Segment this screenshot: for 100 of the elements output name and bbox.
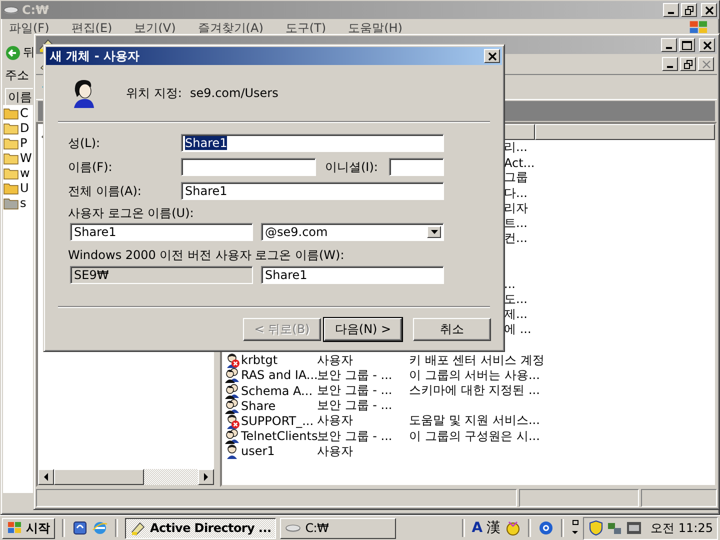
description-cell-text: 스키마에 대한 지정된 ... <box>408 382 540 400</box>
field-label: 이니셜(I): <box>325 158 379 176</box>
shield-icon[interactable] <box>588 520 604 536</box>
maximize-icon <box>682 40 692 50</box>
input-field[interactable] <box>389 158 444 176</box>
description-cell: 리자 <box>504 200 528 217</box>
back-label[interactable]: 뒤 <box>23 44 35 61</box>
field-label: 사용자 로그온 이름(U): <box>68 206 195 220</box>
input-field[interactable]: Share1 <box>181 134 444 152</box>
type-cell-text: 보안 그룹 - ... <box>317 428 394 445</box>
close-icon <box>488 52 496 60</box>
group-icon <box>224 428 240 444</box>
folder-name[interactable]: D <box>20 120 30 134</box>
folder-name[interactable]: U <box>20 180 29 194</box>
network-icon[interactable] <box>606 520 623 536</box>
description-cell: ... <box>504 277 516 292</box>
windows-logo-icon <box>7 521 23 535</box>
dialog-button[interactable]: 취소 <box>413 318 491 341</box>
user-icon <box>224 352 240 368</box>
close-button[interactable] <box>484 49 500 63</box>
type-cell-text: 보안 그룹 - ... <box>316 397 394 414</box>
description-cell: 에 ... <box>504 321 532 338</box>
name-cell[interactable]: user1 <box>241 444 275 458</box>
hanja-indicator[interactable]: 漢 <box>486 519 501 537</box>
name-cell[interactable]: krbtgt <box>241 353 278 368</box>
name-cell[interactable]: TelnetClients <box>241 429 318 444</box>
description-cell: 도... <box>504 290 528 308</box>
description-cell-text: 키 배포 센터 서비스 계정 <box>408 352 544 369</box>
folder-name[interactable]: P <box>20 136 28 150</box>
description-cell: 리... <box>504 139 528 156</box>
menu-item[interactable]: 보기(V) <box>134 20 176 36</box>
dialog-title: 새 개체 - 사용자 <box>50 48 140 64</box>
field-label: Windows 2000 이전 버전 사용자 로그온 이름(W): <box>68 248 346 262</box>
close-icon <box>702 40 712 50</box>
description-cell: 컨... <box>504 230 528 248</box>
domain-dropdown[interactable]: @se9.com <box>261 223 444 241</box>
type-cell-text: 사용자 <box>316 352 354 369</box>
menu-item[interactable]: 도구(T) <box>285 20 326 36</box>
restore-icon <box>684 6 694 14</box>
taskbar-button[interactable]: Active Directory ... <box>125 518 276 538</box>
input-mode-indicator[interactable]: A <box>472 520 483 536</box>
address-label: 주소 <box>5 67 29 84</box>
description-cell: 트... <box>504 215 528 232</box>
desktop-icon[interactable] <box>72 520 88 536</box>
folder-name[interactable]: W <box>20 150 32 164</box>
clock: 오전 11:25 <box>650 520 713 536</box>
input-field[interactable]: Share1 <box>181 182 444 200</box>
name-cell[interactable]: Schema A... <box>241 384 313 398</box>
input-field[interactable]: Share1 <box>70 223 253 241</box>
description-cell: Act... <box>504 156 535 170</box>
folder-name[interactable]: C <box>20 106 28 120</box>
restore-button[interactable] <box>680 57 696 71</box>
name-cell[interactable]: RAS and IA... <box>241 368 318 382</box>
type-cell-text: 사용자 <box>316 412 354 430</box>
field-label: 전체 이름(A): <box>68 182 142 200</box>
input-field[interactable] <box>181 158 316 176</box>
close-icon <box>702 60 710 68</box>
group-icon <box>224 367 240 384</box>
minimize-button[interactable] <box>662 57 678 71</box>
location-label: 위치 지정: <box>126 84 183 102</box>
scroll-left-button[interactable] <box>38 469 54 485</box>
dialog-button[interactable]: 다음(N) > <box>324 318 402 341</box>
field-label: 이름(F): <box>68 158 114 176</box>
scroll-thumb[interactable] <box>54 469 144 485</box>
restore-icon[interactable] <box>570 520 579 536</box>
taskbar-button[interactable]: C:₩ <box>280 518 396 538</box>
menu-item[interactable]: 파일(F) <box>9 20 50 36</box>
location-path: se9.com/Users <box>190 86 278 100</box>
description-cell-text: 도움말 및 지원 서비스... <box>408 412 540 430</box>
restore-icon <box>684 60 692 68</box>
type-cell-text: 사용자 <box>316 442 354 460</box>
left-arrow-icon <box>43 473 49 481</box>
description-cell: 그룹 <box>504 169 528 186</box>
close-icon <box>704 6 714 14</box>
window-title: C:₩ <box>22 3 49 17</box>
directory-icon <box>130 520 146 536</box>
user-icon <box>224 412 240 429</box>
description-cell-text: 이 그룹의 구성원은 시... <box>408 428 540 445</box>
name-cell[interactable]: SUPPORT_... <box>241 414 314 428</box>
dropdown-arrow-icon <box>430 230 438 234</box>
horizontal-scrollbar[interactable] <box>38 469 214 485</box>
input-field[interactable]: Share1 <box>261 266 444 284</box>
start-button[interactable]: 시작 <box>2 518 55 538</box>
ime-pad-icon[interactable] <box>504 520 521 536</box>
group-icon <box>224 382 240 399</box>
description-cell: 제... <box>504 306 528 324</box>
help-icon[interactable] <box>538 520 554 536</box>
scroll-right-button[interactable] <box>198 469 214 485</box>
user-icon <box>72 77 96 109</box>
right-arrow-icon <box>203 473 209 481</box>
type-cell-text: 보안 그룹 - ... <box>316 382 394 400</box>
folder-name[interactable]: s <box>20 196 26 210</box>
monitor-icon[interactable] <box>626 520 642 536</box>
field-label: 성(L): <box>68 134 102 152</box>
name-cell[interactable]: Share <box>241 398 276 413</box>
user-icon <box>224 443 240 460</box>
folder-name[interactable]: w <box>20 166 30 180</box>
description-cell: 다... <box>504 184 528 202</box>
group-icon <box>224 398 240 414</box>
column-header[interactable] <box>535 124 715 140</box>
